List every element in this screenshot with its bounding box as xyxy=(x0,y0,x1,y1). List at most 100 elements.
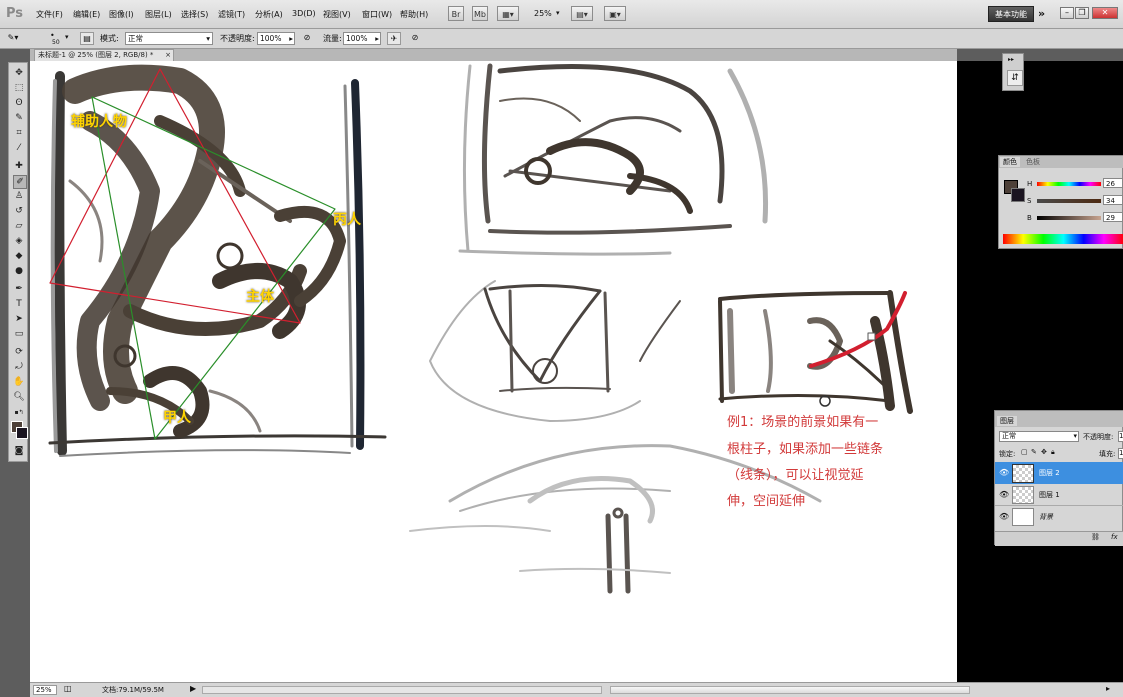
eyedropper-tool-icon[interactable]: ⁄ xyxy=(13,142,25,154)
zoom-tool-icon[interactable]: 🔍︎ xyxy=(13,391,25,403)
lock-pixels-icon[interactable]: ✎ xyxy=(1031,448,1037,456)
s-slider[interactable] xyxy=(1037,199,1101,203)
lock-transparent-icon[interactable]: ▢ xyxy=(1021,448,1028,456)
path-select-tool-icon[interactable]: ➤ xyxy=(13,313,25,325)
h-slider[interactable] xyxy=(1037,182,1101,186)
zoom-level-dropdown[interactable]: 25% xyxy=(534,9,552,18)
layer-name[interactable]: 图层 1 xyxy=(1039,490,1060,500)
blend-mode-select[interactable]: 正常 ▾ xyxy=(125,32,213,45)
menu-3d[interactable]: 3D(D) xyxy=(292,9,316,18)
color-panel: 颜色 色板 H 26 S 34 B 29 xyxy=(998,155,1123,249)
status-zoom-input[interactable]: 25% xyxy=(33,685,57,695)
pen-tool-icon[interactable]: ✒ xyxy=(13,283,25,295)
layers-panel: 图层 正常 ▾ 不透明度: 1 锁定: ▢ ✎ ✥ 🔒︎ 填充: 1 👁︎ 图层 … xyxy=(994,410,1123,546)
bridge-button[interactable]: Br xyxy=(448,6,464,21)
background-color-swatch[interactable] xyxy=(16,427,28,439)
arrange-documents-button[interactable]: ▤▾ xyxy=(571,6,593,21)
tab-color[interactable]: 颜色 xyxy=(1000,157,1020,167)
horizontal-scrollbar-thumb[interactable] xyxy=(610,686,970,694)
note-line-3: （线条），可以让视觉延 xyxy=(727,468,864,483)
restore-button[interactable]: ❐ xyxy=(1075,7,1089,19)
crop-tool-icon[interactable]: ⌗ xyxy=(13,127,25,139)
eraser-tool-icon[interactable]: ▱ xyxy=(13,220,25,232)
mini-bridge-button[interactable]: Mb xyxy=(472,6,488,21)
menu-edit[interactable]: 编辑(E) xyxy=(73,9,100,20)
chevron-down-icon[interactable]: ▾ xyxy=(65,33,69,41)
3d-rotate-tool-icon[interactable]: ⟳ xyxy=(13,346,25,358)
hand-tool-icon[interactable]: ✋ xyxy=(13,376,25,388)
fx-button[interactable]: fx xyxy=(1111,533,1118,541)
move-tool-icon[interactable]: ✥ xyxy=(13,67,25,79)
screen-mode-button[interactable]: ▣▾ xyxy=(604,6,626,21)
menu-view[interactable]: 视图(V) xyxy=(323,9,351,20)
lock-all-icon[interactable]: 🔒︎ xyxy=(1051,448,1055,457)
layer-name[interactable]: 背景 xyxy=(1039,512,1053,522)
h-input[interactable]: 26 xyxy=(1103,178,1123,188)
link-layers-icon[interactable]: ⛓ xyxy=(1091,533,1100,541)
expand-panels-icon[interactable]: ▸▸ xyxy=(1008,56,1014,63)
document-tab[interactable]: 未标题-1 @ 25% (图层 2, RGB/8) * × xyxy=(34,49,174,61)
document-canvas[interactable]: 辅助人物 丙人 主体 甲人 xyxy=(30,61,957,682)
b-input[interactable]: 29 xyxy=(1103,212,1123,222)
dodge-tool-icon[interactable]: ● xyxy=(13,265,25,277)
stamp-tool-icon[interactable]: ♙ xyxy=(13,190,25,202)
history-panel-icon[interactable]: ⇵ xyxy=(1007,70,1023,86)
color-spectrum-bar[interactable] xyxy=(1003,234,1123,244)
tab-layers[interactable]: 图层 xyxy=(997,416,1017,426)
eye-visibility-icon[interactable]: 👁︎ xyxy=(999,512,1009,521)
paint-bucket-tool-icon[interactable]: ◈ xyxy=(13,235,25,247)
close-tab-icon[interactable]: × xyxy=(165,50,171,61)
menu-analysis[interactable]: 分析(A) xyxy=(255,9,283,20)
layer-opacity-input[interactable]: 1 xyxy=(1118,431,1123,442)
menu-select[interactable]: 选择(S) xyxy=(181,9,208,20)
panel-background-swatch[interactable] xyxy=(1011,188,1025,202)
status-menu-arrow-icon[interactable]: ▶ xyxy=(190,684,196,693)
s-input[interactable]: 34 xyxy=(1103,195,1123,205)
layer-row[interactable]: 👁︎ 背景 xyxy=(995,506,1123,528)
lasso-tool-icon[interactable]: ʘ xyxy=(13,97,25,109)
brush-tool-icon[interactable]: ✐ xyxy=(13,175,27,189)
healing-brush-tool-icon[interactable]: ✚ xyxy=(13,160,25,172)
menu-help[interactable]: 帮助(H) xyxy=(400,9,428,20)
close-window-button[interactable]: ✕ xyxy=(1092,7,1118,19)
workspace-button[interactable]: 基本功能 xyxy=(988,6,1034,22)
eye-visibility-icon[interactable]: 👁︎ xyxy=(999,468,1009,477)
b-slider[interactable] xyxy=(1037,216,1101,220)
shape-tool-icon[interactable]: ▭ xyxy=(13,328,25,340)
layer-row[interactable]: 👁︎ 图层 2 xyxy=(995,462,1123,484)
blur-tool-icon[interactable]: ◆ xyxy=(13,250,25,262)
menu-layer[interactable]: 图层(L) xyxy=(145,9,172,20)
quick-mask-icon[interactable]: ◙ xyxy=(13,445,25,457)
layers-panel-footer: ⛓ fx xyxy=(995,531,1123,546)
fill-input[interactable]: 1 xyxy=(1118,448,1123,459)
marquee-tool-icon[interactable]: ⬚ xyxy=(13,82,25,94)
more-workspaces-button[interactable]: » xyxy=(1038,7,1045,20)
flow-input[interactable]: 100% ▸ xyxy=(343,32,381,45)
eye-visibility-icon[interactable]: 👁︎ xyxy=(999,490,1009,499)
quick-select-tool-icon[interactable]: ✎ xyxy=(13,112,25,124)
brush-panel-toggle-icon[interactable]: ▤ xyxy=(80,32,94,45)
swap-colors-icon[interactable]: ▪↰ xyxy=(13,407,25,419)
menu-window[interactable]: 窗口(W) xyxy=(362,9,392,20)
lock-position-icon[interactable]: ✥ xyxy=(1041,448,1047,456)
status-info-icon[interactable]: ◫ xyxy=(64,684,72,693)
3d-orbit-tool-icon[interactable]: ⤾ xyxy=(13,361,25,373)
opacity-input[interactable]: 100% ▸ xyxy=(257,32,295,45)
brush-tool-preset-icon[interactable]: ✎▾ xyxy=(6,32,20,45)
menu-file[interactable]: 文件(F) xyxy=(36,9,63,20)
menu-filter[interactable]: 滤镜(T) xyxy=(218,9,245,20)
layer-blend-mode-select[interactable]: 正常 ▾ xyxy=(999,431,1079,442)
layer-row[interactable]: 👁︎ 图层 1 xyxy=(995,484,1123,506)
minimize-button[interactable]: – xyxy=(1060,7,1074,19)
pressure-opacity-icon[interactable]: ⊘ xyxy=(300,32,314,45)
type-tool-icon[interactable]: T xyxy=(13,298,25,310)
horizontal-scrollbar-track[interactable] xyxy=(202,686,602,694)
menu-image[interactable]: 图像(I) xyxy=(109,9,134,20)
tab-swatches[interactable]: 色板 xyxy=(1023,157,1043,167)
history-brush-tool-icon[interactable]: ↺ xyxy=(13,205,25,217)
layer-name[interactable]: 图层 2 xyxy=(1039,468,1060,478)
scroll-right-arrow-icon[interactable]: ▸ xyxy=(1106,684,1110,693)
view-extras-button[interactable]: ▦▾ xyxy=(497,6,519,21)
airbrush-icon[interactable]: ✈ xyxy=(387,32,401,45)
pressure-size-icon[interactable]: ⊘ xyxy=(408,32,422,45)
